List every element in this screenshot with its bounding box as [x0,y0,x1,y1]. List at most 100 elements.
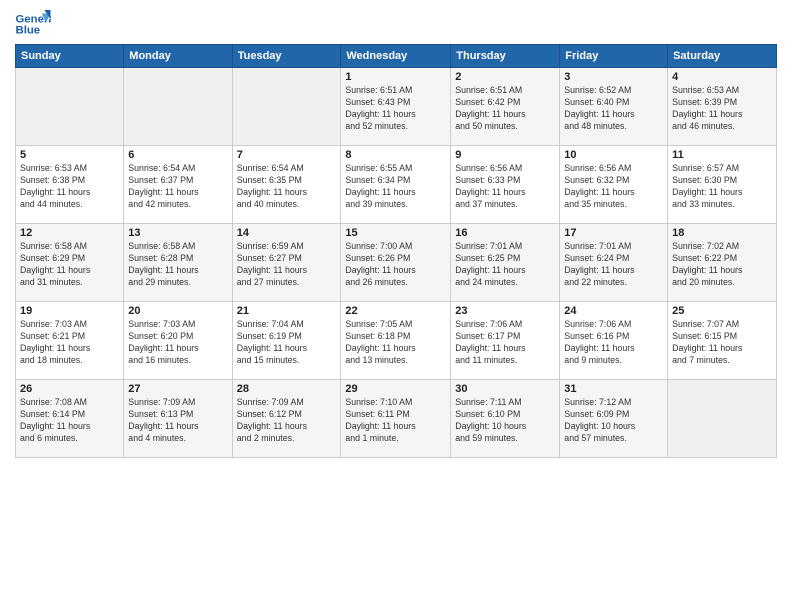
day-number: 13 [128,227,227,239]
day-cell: 10Sunrise: 6:56 AMSunset: 6:32 PMDayligh… [560,146,668,224]
day-info: Sunrise: 7:07 AMSunset: 6:15 PMDaylight:… [672,319,772,367]
day-number: 17 [564,227,663,239]
weekday-thursday: Thursday [451,45,560,68]
day-cell: 26 Sunrise: 7:08 AMSunset: 6:14 PMDayligh… [16,380,124,458]
day-cell: 30Sunrise: 7:11 AMSunset: 6:10 PMDayligh… [451,380,560,458]
day-info: Sunrise: 7:03 AMSunset: 6:20 PMDaylight:… [128,319,227,367]
day-info: Sunrise: 6:53 AMSunset: 6:39 PMDaylight:… [672,85,772,133]
week-row-3: 12Sunrise: 6:58 AMSunset: 6:29 PMDayligh… [16,224,777,302]
day-info: Sunrise: 6:52 AMSunset: 6:40 PMDaylight:… [564,85,663,133]
day-number: 27 [128,383,227,395]
day-number: 16 [455,227,555,239]
day-number: 10 [564,149,663,161]
day-cell [232,68,341,146]
day-number: 6 [128,149,227,161]
day-cell: 19Sunrise: 7:03 AMSunset: 6:21 PMDayligh… [16,302,124,380]
weekday-monday: Monday [124,45,232,68]
day-cell: 3 Sunrise: 6:52 AMSunset: 6:40 PMDaylight… [560,68,668,146]
day-cell: 4 Sunrise: 6:53 AMSunset: 6:39 PMDaylight… [668,68,777,146]
day-number: 22 [345,305,446,317]
day-number: 4 [672,71,772,83]
day-cell: 8Sunrise: 6:55 AMSunset: 6:34 PMDaylight… [341,146,451,224]
day-cell: 28Sunrise: 7:09 AMSunset: 6:12 PMDayligh… [232,380,341,458]
week-row-4: 19Sunrise: 7:03 AMSunset: 6:21 PMDayligh… [16,302,777,380]
day-cell: 29Sunrise: 7:10 AMSunset: 6:11 PMDayligh… [341,380,451,458]
logo-icon: General Blue [15,10,51,38]
svg-text:Blue: Blue [16,25,41,37]
day-number: 3 [564,71,663,83]
day-info: Sunrise: 7:04 AMSunset: 6:19 PMDaylight:… [237,319,337,367]
calendar-table: SundayMondayTuesdayWednesdayThursdayFrid… [15,44,777,458]
day-number: 18 [672,227,772,239]
day-number: 14 [237,227,337,239]
day-info: Sunrise: 7:02 AMSunset: 6:22 PMDaylight:… [672,241,772,289]
day-info: Sunrise: 6:57 AMSunset: 6:30 PMDaylight:… [672,163,772,211]
day-info: Sunrise: 6:53 AMSunset: 6:38 PMDaylight:… [20,163,119,211]
day-number: 23 [455,305,555,317]
weekday-header-row: SundayMondayTuesdayWednesdayThursdayFrid… [16,45,777,68]
day-number: 31 [564,383,663,395]
day-cell: 1Sunrise: 6:51 AMSunset: 6:43 PMDaylight… [341,68,451,146]
day-number: 24 [564,305,663,317]
day-info: Sunrise: 6:58 AMSunset: 6:28 PMDaylight:… [128,241,227,289]
day-cell: 15 Sunrise: 7:00 AMSunset: 6:26 PMDayligh… [341,224,451,302]
day-info: Sunrise: 6:54 AMSunset: 6:37 PMDaylight:… [128,163,227,211]
day-cell: 24Sunrise: 7:06 AMSunset: 6:16 PMDayligh… [560,302,668,380]
day-cell: 7 Sunrise: 6:54 AMSunset: 6:35 PMDaylight… [232,146,341,224]
day-info: Sunrise: 7:03 AMSunset: 6:21 PMDaylight:… [20,319,119,367]
day-number: 25 [672,305,772,317]
day-cell: 16 Sunrise: 7:01 AMSunset: 6:25 PMDayligh… [451,224,560,302]
day-cell: 11 Sunrise: 6:57 AMSunset: 6:30 PMDayligh… [668,146,777,224]
day-info: Sunrise: 7:09 AMSunset: 6:13 PMDaylight:… [128,397,227,445]
day-cell: 20Sunrise: 7:03 AMSunset: 6:20 PMDayligh… [124,302,232,380]
week-row-5: 26 Sunrise: 7:08 AMSunset: 6:14 PMDayligh… [16,380,777,458]
day-info: Sunrise: 6:51 AMSunset: 6:43 PMDaylight:… [345,85,446,133]
week-row-1: 1Sunrise: 6:51 AMSunset: 6:43 PMDaylight… [16,68,777,146]
day-number: 15 [345,227,446,239]
weekday-friday: Friday [560,45,668,68]
day-info: Sunrise: 6:54 AMSunset: 6:35 PMDaylight:… [237,163,337,211]
day-number: 9 [455,149,555,161]
day-cell: 14 Sunrise: 6:59 AMSunset: 6:27 PMDayligh… [232,224,341,302]
day-info: Sunrise: 7:06 AMSunset: 6:17 PMDaylight:… [455,319,555,367]
day-info: Sunrise: 6:59 AMSunset: 6:27 PMDaylight:… [237,241,337,289]
weekday-sunday: Sunday [16,45,124,68]
day-info: Sunrise: 7:10 AMSunset: 6:11 PMDaylight:… [345,397,446,445]
day-cell: 25 Sunrise: 7:07 AMSunset: 6:15 PMDayligh… [668,302,777,380]
day-cell: 27 Sunrise: 7:09 AMSunset: 6:13 PMDayligh… [124,380,232,458]
day-cell: 17 Sunrise: 7:01 AMSunset: 6:24 PMDayligh… [560,224,668,302]
day-number: 5 [20,149,119,161]
day-info: Sunrise: 7:08 AMSunset: 6:14 PMDaylight:… [20,397,119,445]
day-info: Sunrise: 7:09 AMSunset: 6:12 PMDaylight:… [237,397,337,445]
day-cell: 2Sunrise: 6:51 AMSunset: 6:42 PMDaylight… [451,68,560,146]
day-number: 12 [20,227,119,239]
day-info: Sunrise: 7:01 AMSunset: 6:25 PMDaylight:… [455,241,555,289]
day-cell: 9 Sunrise: 6:56 AMSunset: 6:33 PMDaylight… [451,146,560,224]
day-cell: 18 Sunrise: 7:02 AMSunset: 6:22 PMDayligh… [668,224,777,302]
day-info: Sunrise: 7:11 AMSunset: 6:10 PMDaylight:… [455,397,555,445]
day-info: Sunrise: 7:05 AMSunset: 6:18 PMDaylight:… [345,319,446,367]
day-cell [668,380,777,458]
day-info: Sunrise: 6:56 AMSunset: 6:33 PMDaylight:… [455,163,555,211]
day-cell: 5 Sunrise: 6:53 AMSunset: 6:38 PMDaylight… [16,146,124,224]
day-info: Sunrise: 7:12 AMSunset: 6:09 PMDaylight:… [564,397,663,445]
day-info: Sunrise: 7:00 AMSunset: 6:26 PMDaylight:… [345,241,446,289]
day-cell: 23 Sunrise: 7:06 AMSunset: 6:17 PMDayligh… [451,302,560,380]
day-number: 26 [20,383,119,395]
day-cell: 22 Sunrise: 7:05 AMSunset: 6:18 PMDayligh… [341,302,451,380]
day-info: Sunrise: 7:01 AMSunset: 6:24 PMDaylight:… [564,241,663,289]
weekday-tuesday: Tuesday [232,45,341,68]
weekday-saturday: Saturday [668,45,777,68]
day-cell: 13 Sunrise: 6:58 AMSunset: 6:28 PMDayligh… [124,224,232,302]
day-cell: 31 Sunrise: 7:12 AMSunset: 6:09 PMDayligh… [560,380,668,458]
day-number: 11 [672,149,772,161]
day-number: 2 [455,71,555,83]
day-number: 7 [237,149,337,161]
day-cell: 21 Sunrise: 7:04 AMSunset: 6:19 PMDayligh… [232,302,341,380]
day-number: 8 [345,149,446,161]
week-row-2: 5 Sunrise: 6:53 AMSunset: 6:38 PMDaylight… [16,146,777,224]
day-cell [16,68,124,146]
day-number: 21 [237,305,337,317]
page-header: General Blue [15,10,777,38]
weekday-wednesday: Wednesday [341,45,451,68]
